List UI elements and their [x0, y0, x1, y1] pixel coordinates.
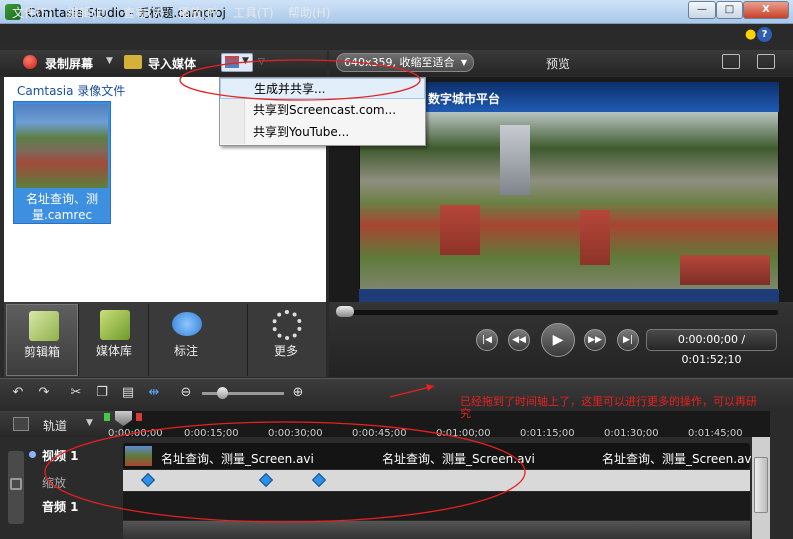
record-screen-button[interactable]: 录制屏幕: [45, 55, 93, 72]
library-folder-icon: [100, 310, 130, 340]
bulb-icon[interactable]: ●: [745, 27, 756, 42]
split-icon[interactable]: ⇹: [146, 385, 162, 401]
clip-label: 名址查询、测量_Screen.avi: [161, 452, 314, 466]
clip-bin-header: Camtasia 录像文件: [17, 84, 126, 98]
menu-play[interactable]: 播放(P): [178, 4, 219, 21]
lock-icon[interactable]: [10, 478, 22, 490]
tab-library[interactable]: 媒体库: [78, 304, 150, 376]
zoom-in-icon[interactable]: ⊕: [290, 385, 306, 401]
audio-track[interactable]: [123, 492, 750, 520]
track-indicator-icon: [29, 451, 36, 458]
clip-thumbnail[interactable]: [16, 104, 108, 188]
menu-tools[interactable]: 工具(T): [233, 4, 274, 21]
video-taskbar: [359, 289, 779, 302]
copy-icon[interactable]: ❐: [94, 385, 110, 401]
import-folder-icon[interactable]: [124, 55, 142, 69]
timecode-display: 0:00:00;00 / 0:01:52;10: [646, 329, 777, 366]
ruler-tick: 0:00:15;00: [184, 428, 239, 439]
tab-callouts[interactable]: 标注: [150, 304, 222, 376]
menu-item-share-screencast[interactable]: 共享到Screencast.com...: [220, 100, 425, 121]
produce-film-icon: [225, 56, 239, 68]
redo-icon[interactable]: ↷: [36, 385, 52, 401]
track-area-bottom: [123, 521, 750, 539]
record-dropdown-arrow-icon[interactable]: ▼: [106, 56, 113, 66]
callout-bubble-icon: [172, 312, 202, 336]
preview-size-value: 640x359, 收缩至适合: [344, 56, 455, 69]
tab-label: 更多: [273, 344, 298, 358]
record-icon[interactable]: [23, 55, 37, 69]
cut-icon[interactable]: ✂: [68, 385, 84, 401]
track-label-zoom: 缩放: [42, 476, 67, 490]
in-marker[interactable]: [104, 413, 110, 421]
track-list-icon[interactable]: [13, 417, 29, 431]
video-building: [500, 125, 530, 195]
undo-icon[interactable]: ↶: [10, 385, 26, 401]
ruler-tick: 0:01:30;00: [604, 428, 659, 439]
help-icon[interactable]: ?: [757, 27, 772, 42]
play-icon[interactable]: ▶: [541, 323, 575, 357]
toolbar-overflow-icon[interactable]: ▽: [258, 57, 265, 67]
detach-preview-icon[interactable]: [757, 54, 775, 69]
maximize-button[interactable]: □: [716, 1, 743, 19]
ruler-tick: 0:01:45;00: [688, 428, 743, 439]
video-building: [580, 210, 610, 265]
fullscreen-icon[interactable]: [722, 54, 740, 69]
tab-label: 标注: [173, 344, 198, 358]
fast-forward-icon[interactable]: ▶▶: [584, 329, 606, 351]
previous-clip-icon[interactable]: |◀: [476, 329, 498, 351]
video-app-title: 数字城市平台: [428, 92, 501, 106]
scrollbar-thumb[interactable]: [754, 457, 768, 513]
import-media-button[interactable]: 导入媒体: [148, 55, 196, 72]
preview-label: 预览: [546, 57, 571, 71]
zoom-out-icon[interactable]: ⊖: [178, 385, 194, 401]
menu-file[interactable]: 文件(F): [12, 4, 52, 21]
out-marker[interactable]: [136, 413, 142, 421]
menu-edit[interactable]: 编辑(E): [67, 4, 108, 21]
menu-item-share-youtube[interactable]: 共享到YouTube...: [220, 122, 425, 143]
next-clip-icon[interactable]: ▶|: [617, 329, 639, 351]
paste-icon[interactable]: ▤: [120, 385, 136, 401]
tracks-dropdown-arrow-icon[interactable]: ▼: [86, 418, 93, 428]
divider: [148, 304, 149, 376]
chevron-down-icon: ▼: [460, 58, 467, 67]
ruler-tick: 0:00:45;00: [352, 428, 407, 439]
tab-label: 媒体库: [95, 344, 132, 358]
close-button[interactable]: X: [743, 1, 789, 19]
more-dots-icon: [272, 310, 302, 340]
clip-bin-icon: [29, 311, 59, 341]
video-building: [680, 255, 770, 285]
divider: [247, 304, 248, 376]
seek-handle[interactable]: [336, 306, 354, 317]
track-label-video: 视频 1: [42, 449, 79, 463]
preview-size-select[interactable]: 640x359, 收缩至适合 ▼: [336, 53, 474, 72]
zoom-slider-handle[interactable]: [217, 387, 228, 399]
zoom-track[interactable]: [123, 470, 750, 491]
menu-item-produce-share[interactable]: 生成并共享...: [220, 78, 425, 99]
clip-name: 名址查询、测量.camrec: [25, 192, 98, 222]
menu-bar: [0, 24, 793, 46]
menu-view[interactable]: 查看(V): [123, 4, 165, 21]
seek-bar[interactable]: [338, 310, 778, 315]
timeline-right-edge: [770, 411, 793, 539]
minimize-button[interactable]: —: [688, 1, 716, 19]
annotation-note: 已经拖到了时间轴上了，这里可以进行更多的操作，可以再研究: [460, 395, 757, 420]
clip-strip-thumbnail: [125, 446, 152, 466]
produce-dropdown-arrow-icon[interactable]: ▼: [242, 56, 249, 66]
rewind-icon[interactable]: ◀◀: [508, 329, 530, 351]
ruler-tick: 0:00:30;00: [268, 428, 323, 439]
zoom-slider[interactable]: [202, 392, 284, 395]
track-label-audio: 音频 1: [42, 500, 79, 514]
video-building: [440, 205, 480, 255]
menu-help[interactable]: 帮助(H): [288, 4, 330, 21]
tab-label: 剪辑箱: [23, 345, 60, 359]
ruler-tick: 0:01:00;00: [436, 428, 491, 439]
tab-more[interactable]: 更多: [250, 304, 322, 376]
tracks-label[interactable]: 轨道: [43, 417, 67, 434]
clip-label: 名址查询、测量_Screen.avi: [382, 452, 535, 466]
tab-clip-bin[interactable]: 剪辑箱: [6, 304, 78, 376]
clip-label: 名址查询、测量_Screen.avi: [602, 452, 755, 466]
ruler-tick: 0:01:15;00: [520, 428, 575, 439]
